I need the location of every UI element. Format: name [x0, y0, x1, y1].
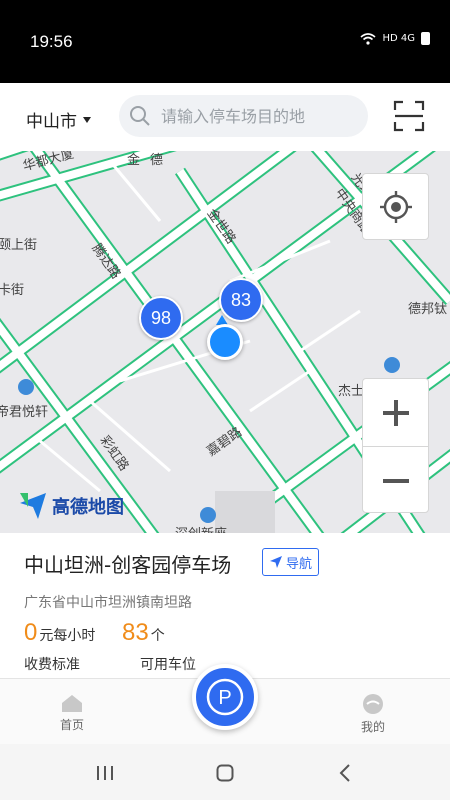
parking-address: 广东省中山市坦洲镇南坦路 — [24, 595, 192, 611]
search-input[interactable] — [161, 106, 351, 126]
back-icon[interactable] — [338, 764, 352, 782]
road-label: 德 — [150, 153, 164, 168]
navigation-arrow-icon — [270, 556, 282, 568]
fee-value: 0 — [24, 619, 38, 646]
parking-info-panel[interactable]: 中山坦洲-创客园停车场 导航 广东省中山市坦洲镇南坦路 0 元每小时 83 个 … — [0, 533, 450, 678]
road-label: 颐上街 — [0, 238, 38, 253]
tab-mine-label: 我的 — [361, 720, 386, 734]
tab-home-label: 首页 — [60, 718, 85, 732]
home-nav-icon[interactable] — [216, 764, 234, 782]
user-location-dot — [207, 324, 243, 360]
spaces-stat: 83 个 — [122, 619, 165, 647]
fee-label: 收费标准 — [24, 657, 80, 673]
scan-icon[interactable] — [393, 100, 425, 132]
status-bar: 19:56 HD 4G — [0, 0, 450, 83]
home-icon — [62, 695, 82, 712]
status-icons: HD 4G — [360, 32, 430, 45]
search-icon — [130, 106, 150, 126]
amap-logo-icon — [20, 493, 46, 519]
road-label: 深创新座 — [175, 523, 227, 533]
crosshair-icon — [379, 190, 412, 223]
tab-mine[interactable]: 我的 — [361, 693, 385, 735]
system-nav-bar — [0, 744, 450, 800]
zoom-control — [362, 378, 429, 513]
caret-down-icon — [83, 116, 91, 123]
parking-marker[interactable]: 98 — [139, 296, 183, 340]
minus-icon — [382, 478, 409, 483]
profile-icon — [363, 694, 383, 714]
spaces-label: 可用车位 — [140, 657, 196, 673]
road-label: 德邦钛 — [408, 302, 448, 317]
poi-icon — [384, 357, 400, 373]
zoom-out-button[interactable] — [363, 447, 428, 514]
road-label: 帝君悦轩 — [0, 405, 49, 420]
tab-home[interactable]: 首页 — [60, 693, 84, 733]
network-label: HD 4G — [382, 33, 415, 44]
navigate-label: 导航 — [286, 556, 313, 572]
map-logo-text: 高德地图 — [52, 497, 124, 518]
city-selector[interactable]: 中山市 — [26, 107, 91, 132]
locate-button[interactable] — [362, 173, 429, 240]
search-box[interactable] — [119, 95, 368, 137]
city-label: 中山市 — [26, 112, 77, 132]
status-time: 19:56 — [30, 32, 73, 51]
top-header: 中山市 — [0, 83, 450, 151]
spaces-unit: 个 — [150, 628, 165, 644]
navigate-button[interactable]: 导航 — [262, 548, 320, 576]
svg-text:P: P — [218, 687, 231, 709]
spaces-value: 83 — [122, 619, 149, 646]
map-logo: 高德地图 — [18, 491, 124, 521]
wifi-icon — [360, 32, 377, 45]
parking-name: 中山坦洲-创客园停车场 — [24, 553, 232, 577]
fee-stat: 0 元每小时 — [24, 619, 95, 647]
poi-icon — [200, 507, 216, 523]
road-label: 金 — [127, 153, 141, 168]
map-view[interactable]: 华都大厦 金 德 颐上街 腾达路 金世路 中央商路 德邦钛 帝君悦轩 杰士美生活… — [0, 151, 450, 533]
zoom-in-button[interactable] — [363, 379, 428, 446]
parking-center-button[interactable]: P — [192, 664, 258, 730]
plus-icon — [382, 399, 409, 426]
fee-unit: 元每小时 — [39, 628, 96, 644]
parking-p-icon: P — [206, 678, 244, 716]
recent-apps-icon[interactable] — [96, 765, 114, 781]
battery-icon — [421, 32, 430, 45]
poi-icon — [18, 379, 34, 395]
road-label: 卡街 — [0, 283, 25, 298]
